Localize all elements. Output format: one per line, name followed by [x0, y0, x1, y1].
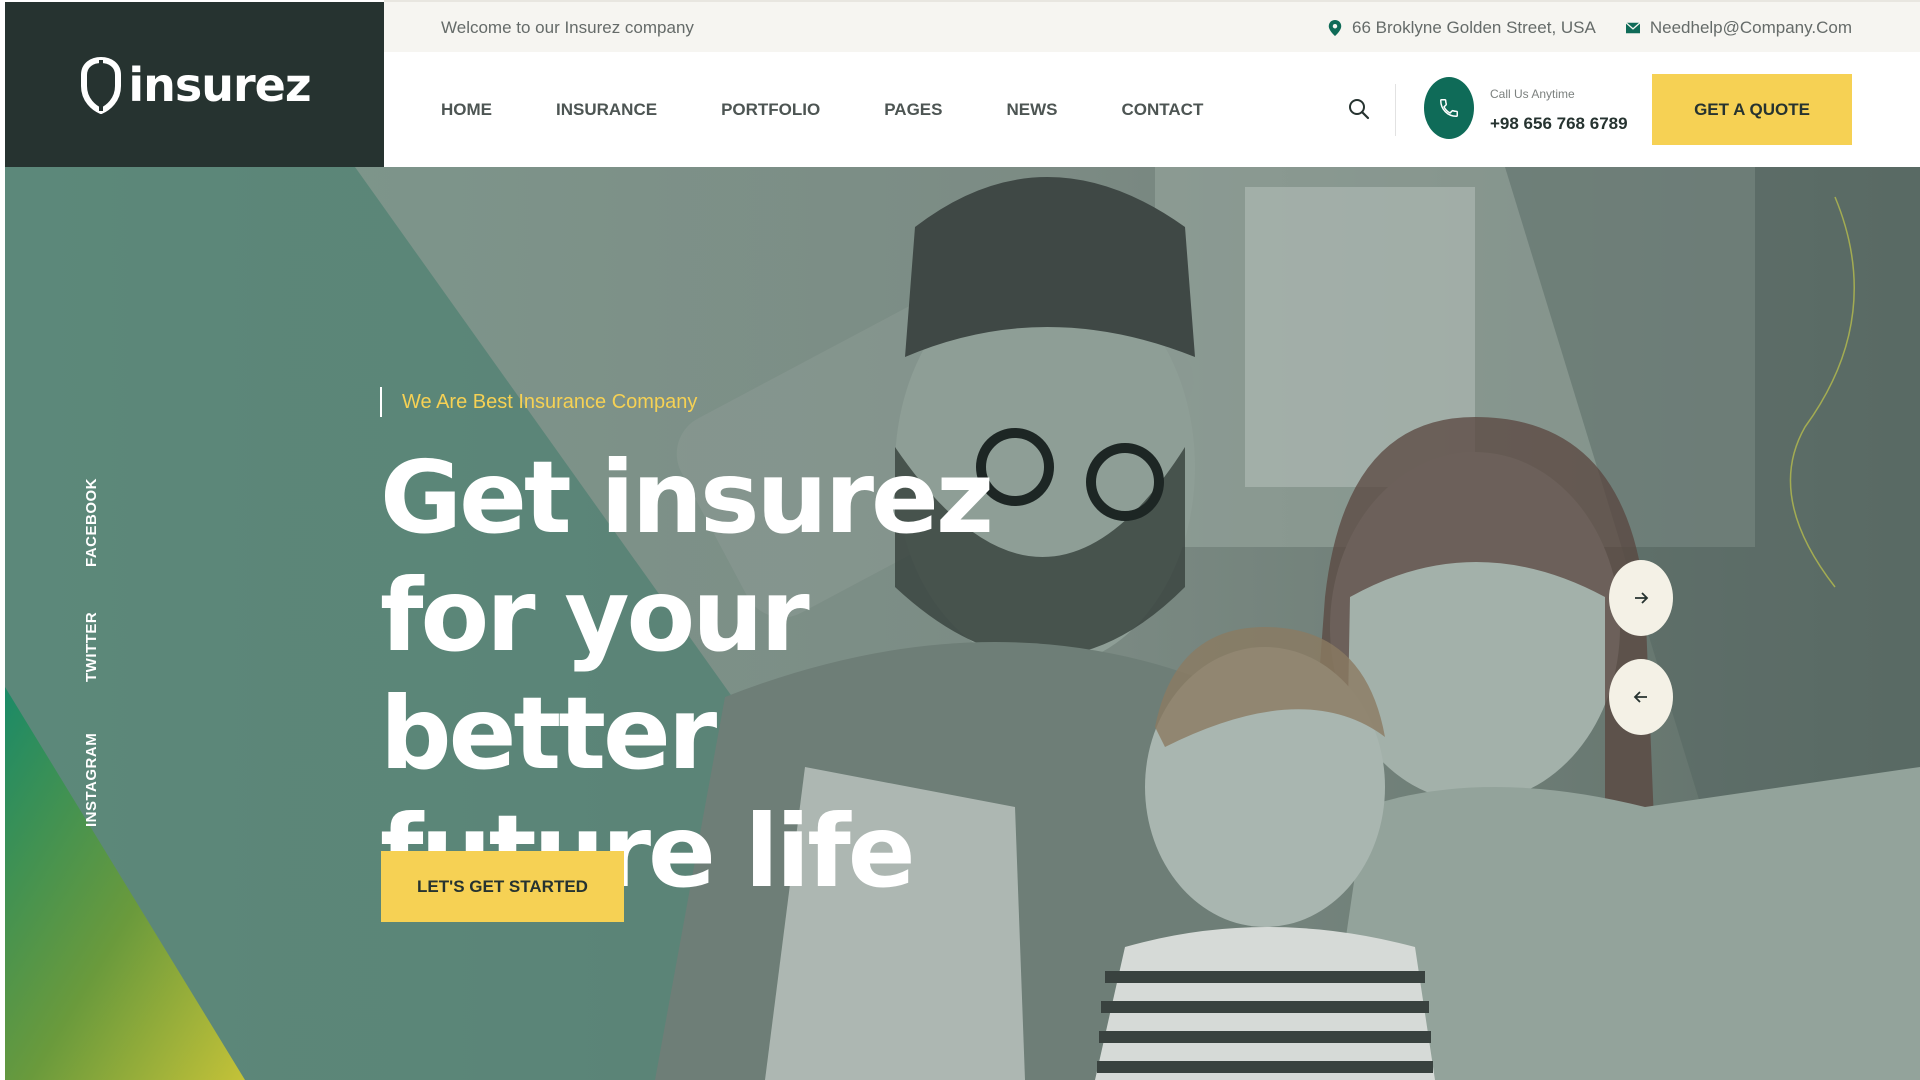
- phone-icon: [1440, 99, 1458, 117]
- menu-item-contact[interactable]: CONTACT: [1122, 100, 1204, 120]
- arrow-right-icon: [1635, 592, 1649, 604]
- lets-get-started-button[interactable]: LET'S GET STARTED: [381, 851, 624, 922]
- hero-tagline: We Are Best Insurance Company: [380, 387, 697, 417]
- arrow-left-icon: [1633, 691, 1647, 703]
- logo-block: insurez: [5, 2, 384, 167]
- email-item[interactable]: Needhelp@Company.Com: [1625, 18, 1852, 38]
- menu-item-pages[interactable]: PAGES: [884, 100, 942, 120]
- menu-item-news[interactable]: NEWS: [1007, 100, 1058, 120]
- call-label: Call Us Anytime: [1490, 87, 1575, 101]
- main-menu: HOME INSURANCE PORTFOLIO PAGES NEWS CONT…: [441, 52, 1267, 167]
- phone-button[interactable]: [1424, 77, 1474, 139]
- shield-logo-icon: [81, 56, 122, 114]
- menu-item-insurance[interactable]: INSURANCE: [556, 100, 657, 120]
- menu-item-home[interactable]: HOME: [441, 100, 492, 120]
- main-navbar: HOME INSURANCE PORTFOLIO PAGES NEWS CONT…: [384, 52, 1920, 167]
- hero-headline-line-1: Get insurez: [380, 439, 994, 556]
- email-text[interactable]: Needhelp@Company.Com: [1650, 18, 1852, 38]
- social-links: FACEBOOK TWITTER INSTAGRAM: [83, 167, 113, 1080]
- social-facebook-link[interactable]: FACEBOOK: [83, 478, 100, 567]
- envelope-icon: [1625, 22, 1640, 34]
- address-item: 66 Broklyne Golden Street, USA: [1328, 18, 1596, 38]
- location-pin-icon: [1328, 20, 1342, 36]
- get-a-quote-button[interactable]: GET A QUOTE: [1652, 74, 1852, 145]
- hero-headline-line-2: for your better: [380, 557, 810, 792]
- menu-item-portfolio[interactable]: PORTFOLIO: [721, 100, 820, 120]
- call-number[interactable]: +98 656 768 6789: [1490, 114, 1628, 134]
- contact-info: 66 Broklyne Golden Street, USA Needhelp@…: [1328, 18, 1852, 38]
- address-text: 66 Broklyne Golden Street, USA: [1352, 18, 1596, 37]
- slider-prev-button[interactable]: [1609, 659, 1673, 735]
- nav-divider: [1395, 84, 1396, 136]
- social-twitter-link[interactable]: TWITTER: [83, 612, 100, 682]
- hero-section: FACEBOOK TWITTER INSTAGRAM We Are Best I…: [5, 167, 1920, 1080]
- slider-next-button[interactable]: [1609, 560, 1673, 636]
- hero-headline: Get insurez for your better future life: [380, 439, 1160, 911]
- search-icon[interactable]: [1346, 96, 1372, 122]
- social-instagram-link[interactable]: INSTAGRAM: [83, 733, 100, 827]
- logo-text: insurez: [128, 57, 311, 112]
- welcome-text: Welcome to our Insurez company: [441, 18, 694, 37]
- top-bar: Welcome to our Insurez company 66 Brokly…: [384, 0, 1920, 52]
- logo[interactable]: insurez: [78, 56, 312, 114]
